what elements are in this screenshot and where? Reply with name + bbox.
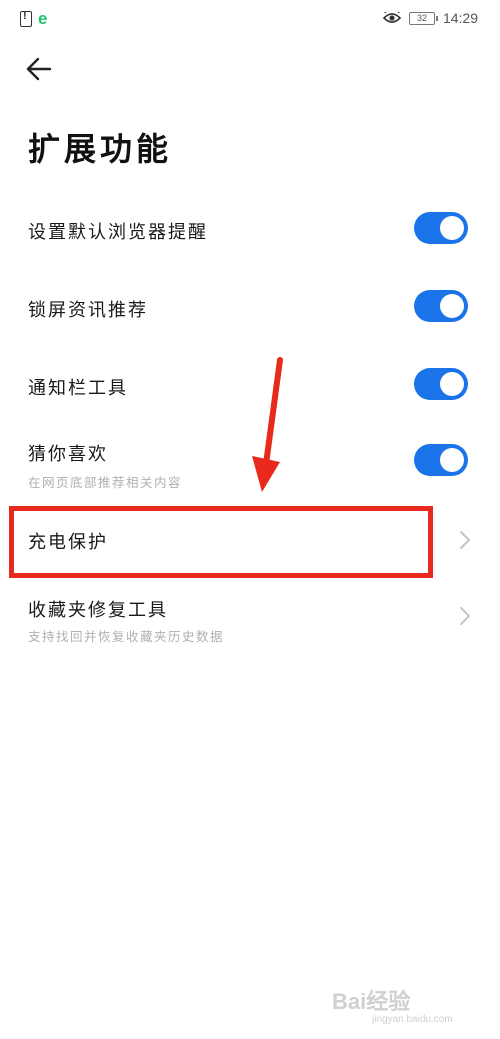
- setting-label: 通知栏工具: [28, 378, 128, 399]
- default-browser-reminder-toggle[interactable]: [414, 212, 468, 244]
- watermark-sub: jingyan.baidu.com: [372, 1014, 453, 1025]
- chevron-right-icon: [460, 607, 470, 625]
- toggle-knob: [440, 294, 464, 318]
- browser-icon: e: [38, 9, 48, 28]
- arrow-left-icon: [26, 57, 52, 81]
- setting-row-default-browser-reminder[interactable]: 设置默认浏览器提醒: [0, 200, 500, 260]
- highlight-box: [9, 506, 433, 578]
- battery-level: 32: [416, 13, 427, 23]
- watermark-text: Bai经验: [332, 989, 411, 1014]
- setting-label: 锁屏资讯推荐: [28, 300, 148, 321]
- setting-label: 猜你喜欢: [28, 444, 108, 465]
- toggle-knob: [440, 448, 464, 472]
- setting-subtitle: 支持找回并恢复收藏夹历史数据: [28, 629, 225, 644]
- battery-icon: 32: [408, 11, 438, 25]
- eye-icon: [382, 12, 401, 23]
- red-arrow-annotation: [252, 357, 283, 492]
- notification-tools-toggle[interactable]: [414, 368, 468, 400]
- chevron-right-icon: [460, 531, 470, 549]
- baidu-watermark: Bai经验 jingyan.baidu.com: [332, 984, 482, 1030]
- toggle-knob: [440, 372, 464, 396]
- setting-row-lockscreen-news[interactable]: 锁屏资讯推荐: [0, 278, 500, 338]
- setting-label: 收藏夹修复工具: [28, 600, 168, 621]
- status-bar: e 32 14:29: [0, 0, 500, 40]
- page-title: 扩展功能: [28, 130, 173, 168]
- guess-you-like-toggle[interactable]: [414, 444, 468, 476]
- setting-label: 设置默认浏览器提醒: [28, 222, 208, 243]
- sim-alert-icon: [20, 10, 32, 27]
- lockscreen-news-toggle[interactable]: [414, 290, 468, 322]
- toggle-knob: [440, 216, 464, 240]
- back-button[interactable]: [22, 52, 56, 86]
- setting-subtitle: 在网页底部推荐相关内容: [28, 475, 183, 490]
- setting-row-favorites-repair[interactable]: 收藏夹修复工具 支持找回并恢复收藏夹历史数据: [0, 588, 500, 658]
- clock: 14:29: [442, 10, 478, 26]
